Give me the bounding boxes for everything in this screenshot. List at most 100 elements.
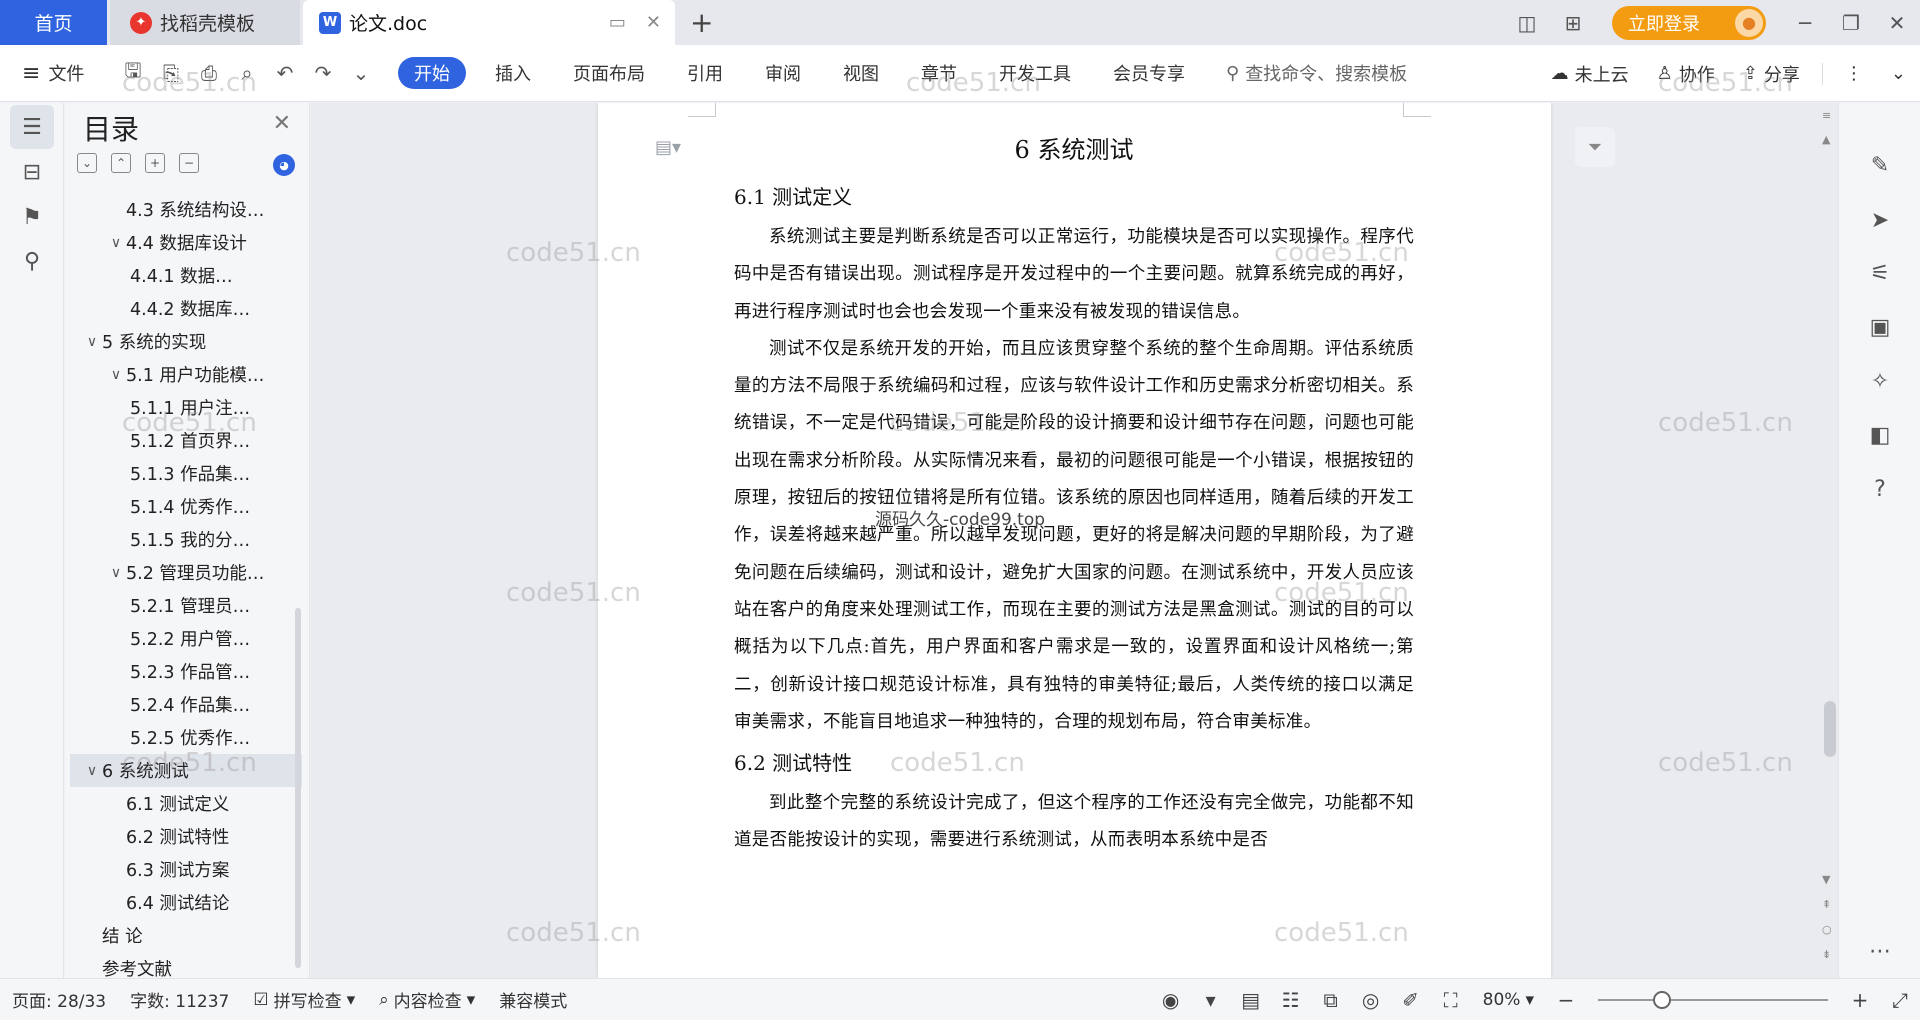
remove-heading-icon[interactable]: −	[179, 153, 199, 173]
tab-template[interactable]: ✦ 找稻壳模板	[110, 0, 300, 45]
toc-item[interactable]: 5.2.3 作品管…	[70, 655, 302, 688]
zoom-slider-handle[interactable]	[1653, 991, 1672, 1009]
ribbon-tab-references[interactable]: 引用	[666, 57, 744, 89]
chevron-down-icon[interactable]: ∨	[106, 235, 126, 251]
toc-item[interactable]: 4.3 系统结构设…	[70, 193, 302, 226]
toc-item[interactable]: 参考文献	[70, 952, 302, 978]
print-icon[interactable]: ⎙	[196, 61, 222, 85]
undo-icon[interactable]: ↶	[272, 61, 298, 85]
bookmark-icon[interactable]: ⚑	[10, 195, 54, 239]
zoom-out-icon[interactable]: −	[1546, 988, 1586, 1012]
close-tab-icon[interactable]: ✕	[646, 12, 661, 33]
layout-view-icon[interactable]: ◫	[1504, 0, 1550, 45]
write-mode-icon[interactable]: ✐	[1391, 988, 1431, 1012]
ribbon-tab-review[interactable]: 审阅	[744, 57, 822, 89]
login-button[interactable]: 立即登录 ●	[1612, 5, 1766, 40]
page-view-icon[interactable]: ▤	[1231, 988, 1271, 1012]
more-options-icon[interactable]: ⋮	[1831, 63, 1877, 84]
toc-item[interactable]: 5.1.4 优秀作…	[70, 490, 302, 523]
toc-item[interactable]: 5.1.1 用户注…	[70, 391, 302, 424]
toc-item[interactable]: ∨ 5 系统的实现	[70, 325, 302, 358]
navigation-icon[interactable]: ⊟	[10, 150, 54, 194]
eye-protection-icon[interactable]: ◉	[1151, 988, 1191, 1012]
ai-assistant-icon[interactable]: ✧	[1858, 359, 1902, 403]
more-tools-icon[interactable]: ⋯	[1858, 929, 1902, 973]
select-browse-icon[interactable]: ○	[1822, 923, 1832, 936]
eye-protection-caret-icon[interactable]: ▾	[1191, 988, 1231, 1012]
tab-document[interactable]: W 论文.doc ▭ ✕	[303, 0, 675, 45]
help-icon[interactable]: ?	[1858, 467, 1902, 511]
apps-grid-icon[interactable]: ⊞	[1550, 0, 1596, 45]
toc-item[interactable]: ∨ 5.1 用户功能模…	[70, 358, 302, 391]
toc-item-selected[interactable]: ∨ 6 系统测试	[70, 754, 302, 787]
print-preview-icon[interactable]: ⌕	[234, 61, 260, 85]
document-scrollbar[interactable]: ≡ ▲ ▼ ⇞ ○ ⇟	[1816, 103, 1838, 978]
chevron-down-icon[interactable]: ∨	[106, 367, 126, 383]
content-check-button[interactable]: ⌕ 内容检查 ▾	[367, 987, 487, 1013]
save-icon[interactable]: 🖫	[120, 56, 146, 90]
chevron-down-icon[interactable]: ∨	[82, 763, 102, 779]
toc-scrollbar[interactable]	[295, 608, 301, 968]
ribbon-tab-member[interactable]: 会员专享	[1092, 57, 1206, 89]
toc-item[interactable]: 5.2.5 优秀作…	[70, 721, 302, 754]
ribbon-tab-layout[interactable]: 页面布局	[552, 57, 666, 89]
spell-check-button[interactable]: ☑ 拼写检查 ▾	[241, 987, 367, 1013]
scroll-down-icon[interactable]: ▼	[1822, 873, 1830, 886]
reading-view-icon[interactable]: ⧉	[1311, 988, 1351, 1012]
pen-icon[interactable]: ✎	[1858, 143, 1902, 187]
scroll-thumb[interactable]	[1824, 701, 1836, 757]
paragraph-menu-icon[interactable]: ▤▾	[655, 137, 681, 158]
toc-item[interactable]: 6.2 测试特性	[70, 820, 302, 853]
collaborate-button[interactable]: ♙ 协作	[1643, 61, 1729, 87]
zoom-slider[interactable]	[1598, 991, 1828, 1009]
toc-item[interactable]: 5.1.2 首页界…	[70, 424, 302, 457]
toc-item[interactable]: 4.4.1 数据…	[70, 259, 302, 292]
find-icon[interactable]: ⚲	[10, 239, 54, 283]
ribbon-tab-section[interactable]: 章节	[900, 57, 978, 89]
fullscreen-icon[interactable]: ⤢	[1880, 988, 1920, 1012]
cloud-status-button[interactable]: ☁ 未上云	[1537, 61, 1643, 87]
web-view-icon[interactable]: ◎	[1351, 988, 1391, 1012]
adjust-sliders-icon[interactable]: ⚟	[1858, 251, 1902, 295]
new-tab-button[interactable]: +	[690, 0, 713, 45]
chevron-down-icon[interactable]: ∨	[82, 334, 102, 350]
share-button[interactable]: ⇪ 分享	[1729, 61, 1814, 87]
command-search[interactable]: ⚲ 查找命令、搜索模板	[1226, 60, 1556, 86]
close-toc-icon[interactable]: ✕	[273, 111, 291, 136]
redo-icon[interactable]: ↷	[310, 61, 336, 85]
select-cursor-icon[interactable]: ➤	[1858, 198, 1902, 242]
ribbon-tab-insert[interactable]: 插入	[474, 57, 552, 89]
toc-panel-icon[interactable]: ☰	[10, 105, 54, 149]
style-icon[interactable]: ▣	[1858, 305, 1902, 349]
toc-item[interactable]: 6.4 测试结论	[70, 886, 302, 919]
scroll-top-icon[interactable]: ≡	[1822, 109, 1831, 122]
toc-item[interactable]: 5.1.3 作品集…	[70, 457, 302, 490]
fit-page-icon[interactable]: ⛶	[1431, 988, 1471, 1012]
word-count[interactable]: 字数: 11237	[118, 987, 241, 1012]
toc-item[interactable]: 4.4.2 数据库…	[70, 292, 302, 325]
customize-toolbar-icon[interactable]: ⌄	[348, 61, 374, 85]
file-menu-button[interactable]: ≡ 文件	[0, 60, 108, 86]
toc-item[interactable]: 6.3 测试方案	[70, 853, 302, 886]
toc-item[interactable]: 5.2.1 管理员…	[70, 589, 302, 622]
pin-tab-icon[interactable]: ▭	[609, 12, 626, 33]
add-heading-icon[interactable]: +	[145, 153, 165, 173]
side-panel-toggle-icon[interactable]: ⏷	[1575, 127, 1615, 167]
zoom-level[interactable]: 80% ▾	[1471, 990, 1546, 1010]
toc-item[interactable]: ∨ 5.2 管理员功能…	[70, 556, 302, 589]
document-body[interactable]: 6 系统测试 6.1 测试定义 系统测试主要是判断系统是否可以正常运行，功能模块…	[734, 125, 1414, 860]
ribbon-tab-developer[interactable]: 开发工具	[978, 57, 1092, 89]
toc-item[interactable]: ∨ 4.4 数据库设计	[70, 226, 302, 259]
toc-item[interactable]: 5.1.5 我的分…	[70, 523, 302, 556]
scroll-up-icon[interactable]: ▲	[1822, 133, 1830, 146]
toc-item[interactable]: 5.2.4 作品集…	[70, 688, 302, 721]
minimize-icon[interactable]: ─	[1782, 0, 1828, 45]
restore-icon[interactable]: ❐	[1828, 0, 1874, 45]
smart-toc-icon[interactable]: ◕	[273, 154, 295, 176]
prev-page-icon[interactable]: ⇞	[1822, 898, 1831, 911]
reader-mode-icon[interactable]: ◧	[1858, 413, 1902, 457]
expand-all-icon[interactable]: ⌄	[77, 153, 97, 173]
next-page-icon[interactable]: ⇟	[1822, 948, 1831, 961]
ribbon-tab-home[interactable]: 开始	[398, 57, 466, 89]
zoom-in-icon[interactable]: +	[1840, 988, 1880, 1012]
